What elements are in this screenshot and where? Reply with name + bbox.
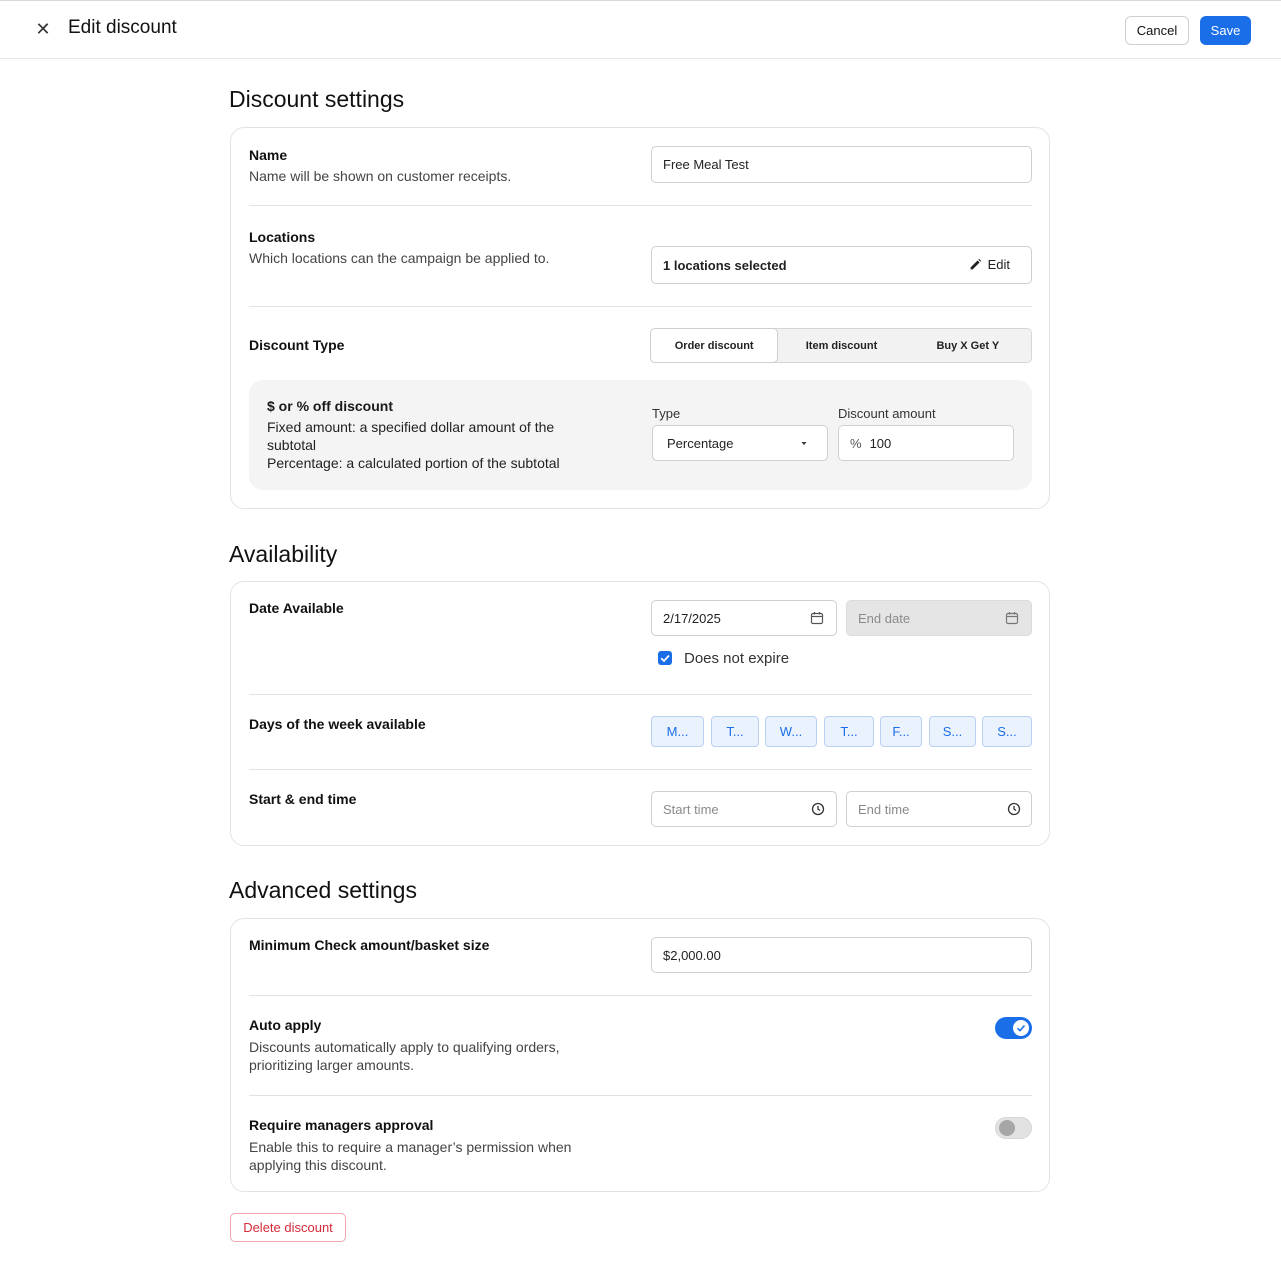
min-check-label: Minimum Check amount/basket size [249,937,490,953]
auto-apply-line: prioritizing larger amounts. [249,1057,414,1073]
name-input-value: Free Meal Test [663,157,749,172]
divider [249,995,1032,996]
discount-settings-title: Discount settings [229,86,405,112]
save-button[interactable]: Save [1200,16,1251,45]
calendar-icon [1005,612,1019,625]
auto-apply-description: Discounts automatically apply to qualify… [249,1038,560,1074]
check-icon [1016,1024,1026,1032]
off-discount-text: Fixed amount: a specified dollar amount … [267,418,560,472]
end-time-input[interactable]: End time [846,791,1032,827]
locations-edit-button[interactable]: Edit [969,257,1010,272]
start-end-time-label: Start & end time [249,791,357,807]
tab-item-discount[interactable]: Item discount [778,329,904,362]
divider [249,306,1032,307]
day-wednesday[interactable]: W... [765,716,817,747]
cancel-button[interactable]: Cancel [1125,16,1189,45]
start-time-input[interactable]: Start time [651,791,837,827]
locations-edit-label: Edit [987,257,1010,272]
day-tuesday[interactable]: T... [711,716,759,747]
advanced-settings-card: Minimum Check amount/basket size $2,000.… [230,918,1050,1192]
auto-apply-label: Auto apply [249,1017,322,1033]
caret-down-icon [801,442,807,445]
calendar-icon [810,612,824,625]
manager-approval-line: applying this discount. [249,1157,387,1173]
divider [249,694,1032,695]
min-check-input[interactable]: $2,000.00 [651,937,1032,973]
manager-approval-line: Enable this to require a manager’s permi… [249,1139,572,1155]
days-available-label: Days of the week available [249,716,426,732]
name-description: Name will be shown on customer receipts. [249,168,512,184]
discount-type-label: Discount Type [249,337,345,353]
tab-order-discount[interactable]: Order discount [650,328,779,363]
off-discount-line: Fixed amount: a specified dollar amount … [267,419,555,435]
discount-amount-input[interactable]: % 100 [838,425,1014,461]
off-discount-line: Percentage: a calculated portion of the … [267,455,560,471]
toggle-knob [1013,1020,1029,1036]
auto-apply-toggle[interactable] [995,1017,1032,1039]
start-time-placeholder: Start time [663,801,719,817]
tab-buy-x-get-y[interactable]: Buy X Get Y [905,329,1031,362]
end-time-placeholder: End time [858,801,910,817]
availability-card: Date Available 2/17/2025 End date Does n… [230,581,1050,846]
toggle-knob [999,1120,1015,1136]
day-saturday[interactable]: S... [929,716,976,747]
date-available-label: Date Available [249,600,344,616]
locations-label: Locations [249,229,316,245]
type-select[interactable]: Percentage [652,425,828,461]
type-select-value: Percentage [667,435,734,451]
auto-apply-line: Discounts automatically apply to qualify… [249,1039,560,1055]
clock-icon [811,802,825,816]
discount-amount-value: 100 [869,435,892,451]
divider [249,205,1032,206]
pencil-icon [970,258,981,270]
top-bar: ✕ Edit discount Cancel Save [0,0,1281,59]
day-friday[interactable]: F... [880,716,922,747]
off-discount-title: $ or % off discount [267,398,393,414]
discount-type-segmented: Order discount Item discount Buy X Get Y [650,328,1032,363]
manager-approval-description: Enable this to require a manager’s permi… [249,1138,571,1174]
divider [249,769,1032,770]
locations-field[interactable]: 1 locations selected Edit [651,246,1032,284]
off-discount-panel: $ or % off discount Fixed amount: a spec… [249,380,1032,490]
page-title: Edit discount [68,17,177,38]
day-monday[interactable]: M... [651,716,704,747]
name-input[interactable]: Free Meal Test [651,146,1032,183]
close-icon[interactable]: ✕ [33,19,53,39]
percent-prefix: % [850,435,862,451]
clock-icon [1007,802,1021,816]
manager-approval-label: Require managers approval [249,1117,434,1133]
end-date-placeholder: End date [858,610,911,626]
does-not-expire-label: Does not expire [684,650,790,667]
does-not-expire-checkbox[interactable] [658,651,672,665]
availability-title: Availability [229,541,338,567]
day-sunday[interactable]: S... [982,716,1032,747]
manager-approval-toggle[interactable] [995,1117,1032,1139]
start-date-value: 2/17/2025 [663,610,721,626]
locations-value: 1 locations selected [663,257,787,273]
delete-discount-button[interactable]: Delete discount [230,1213,346,1242]
min-check-value: $2,000.00 [663,947,721,963]
check-icon [660,654,670,663]
off-discount-line: subtotal [267,437,317,453]
locations-description: Which locations can the campaign be appl… [249,250,550,266]
type-label: Type [652,406,681,421]
start-date-input[interactable]: 2/17/2025 [651,600,837,636]
day-thursday[interactable]: T... [824,716,874,747]
discount-amount-label: Discount amount [838,406,936,421]
divider [249,1095,1032,1096]
advanced-settings-title: Advanced settings [229,877,417,903]
discount-settings-card: Name Name will be shown on customer rece… [230,127,1050,509]
end-date-input[interactable]: End date [846,600,1032,636]
name-label: Name [249,147,288,163]
